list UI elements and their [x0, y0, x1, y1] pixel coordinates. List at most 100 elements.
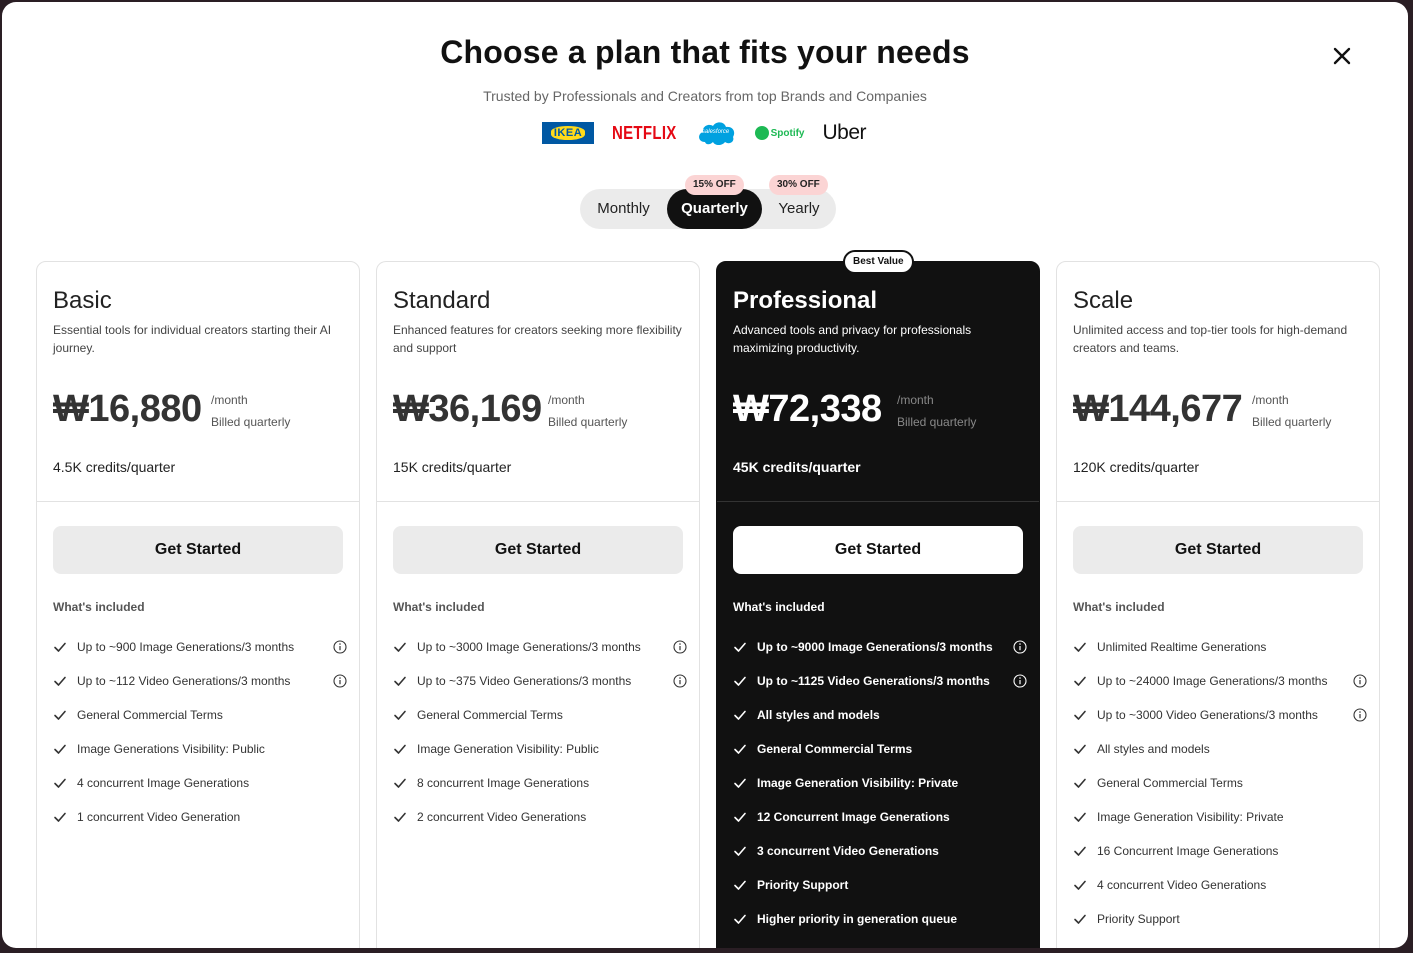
- feature-item: General Commercial Terms: [733, 740, 1027, 758]
- info-icon[interactable]: [1013, 640, 1027, 654]
- billing-note: Billed quarterly: [548, 415, 628, 429]
- brand-logos: IKEA NETFLIX salesforce Spotify Uber: [542, 116, 867, 150]
- plan-description: Advanced tools and privacy for professio…: [733, 323, 972, 355]
- check-icon: [1073, 842, 1089, 860]
- billing-yearly-option[interactable]: Yearly: [762, 189, 836, 229]
- quarterly-discount-badge: 15% OFF: [685, 175, 744, 195]
- netflix-logo: NETFLIX: [612, 122, 677, 144]
- plan-card-professional: Professional Advanced tools and privacy f…: [716, 261, 1040, 948]
- feature-text: Up to ~24000 Image Generations/3 months: [1097, 674, 1328, 688]
- feature-item: 12 Concurrent Image Generations: [733, 808, 1027, 826]
- plan-name: Basic: [53, 287, 112, 314]
- feature-item: Priority Support: [733, 876, 1027, 894]
- plan-description: Enhanced features for creators seeking m…: [393, 323, 682, 355]
- feature-item: General Commercial Terms: [53, 706, 347, 724]
- feature-text: Up to ~112 Video Generations/3 months: [77, 674, 291, 688]
- check-icon: [733, 774, 749, 792]
- feature-list: Unlimited Realtime Generations Up to ~240…: [1073, 638, 1367, 944]
- feature-text: Priority Support: [757, 878, 849, 892]
- divider: [717, 501, 1039, 502]
- plan-credits: 45K credits/quarter: [733, 459, 861, 475]
- feature-item: Up to ~1125 Video Generations/3 months: [733, 672, 1027, 690]
- check-icon: [53, 808, 69, 826]
- billing-period-toggle: Monthly Quarterly Yearly: [580, 189, 836, 229]
- plan-card-basic: Basic Essential tools for individual crea…: [36, 261, 360, 948]
- feature-item: All styles and models: [1073, 740, 1367, 758]
- feature-text: 2 concurrent Video Generations: [417, 810, 587, 824]
- billing-note: Billed quarterly: [211, 415, 291, 429]
- check-icon: [733, 808, 749, 826]
- feature-text: Higher priority in generation queue: [757, 912, 958, 926]
- feature-text: 4 concurrent Video Generations: [1097, 878, 1267, 892]
- info-icon[interactable]: [1013, 674, 1027, 688]
- billing-monthly-option[interactable]: Monthly: [580, 189, 667, 229]
- feature-item: Image Generation Visibility: Private: [733, 774, 1027, 792]
- billing-quarterly-option[interactable]: Quarterly: [667, 189, 762, 229]
- get-started-button[interactable]: Get Started: [393, 526, 683, 574]
- feature-item: Image Generation Visibility: Public: [393, 740, 687, 758]
- check-icon: [733, 842, 749, 860]
- feature-list: Up to ~3000 Image Generations/3 months Up…: [393, 638, 687, 842]
- divider: [1057, 501, 1379, 502]
- plan-card-scale: Scale Unlimited access and top-tier tools…: [1056, 261, 1380, 948]
- check-icon: [733, 740, 749, 758]
- price-period: /month: [897, 393, 934, 407]
- info-icon[interactable]: [1353, 674, 1367, 688]
- feature-item: Higher priority in generation queue: [733, 910, 1027, 928]
- price-period: /month: [211, 393, 248, 407]
- get-started-button[interactable]: Get Started: [733, 526, 1023, 574]
- price-period: /month: [1252, 393, 1289, 407]
- check-icon: [53, 774, 69, 792]
- page-subtitle: Trusted by Professionals and Creators fr…: [483, 88, 927, 104]
- feature-text: General Commercial Terms: [1097, 776, 1243, 790]
- feature-item: 3 concurrent Video Generations: [733, 842, 1027, 860]
- feature-text: Unlimited Realtime Generations: [1097, 640, 1267, 654]
- feature-item: Unlimited Realtime Generations: [1073, 638, 1367, 656]
- feature-text: 4 concurrent Image Generations: [77, 776, 250, 790]
- feature-item: Up to ~3000 Video Generations/3 months: [1073, 706, 1367, 724]
- plan-name: Professional: [733, 287, 878, 314]
- plan-name: Scale: [1073, 287, 1134, 314]
- check-icon: [393, 638, 409, 656]
- feature-text: 3 concurrent Video Generations: [757, 844, 939, 858]
- check-icon: [733, 672, 749, 690]
- feature-text: Image Generations Visibility: Public: [77, 742, 265, 756]
- best-value-badge: Best Value: [843, 250, 914, 274]
- plan-description: Unlimited access and top-tier tools for …: [1073, 323, 1348, 355]
- plan-name: Standard: [393, 287, 491, 314]
- feature-item: General Commercial Terms: [1073, 774, 1367, 792]
- info-icon[interactable]: [1353, 708, 1367, 722]
- salesforce-logo: salesforce: [695, 118, 737, 148]
- feature-item: Up to ~9000 Image Generations/3 months: [733, 638, 1027, 656]
- check-icon: [393, 706, 409, 724]
- divider: [377, 501, 699, 502]
- uber-logo: Uber: [822, 121, 867, 144]
- get-started-button[interactable]: Get Started: [53, 526, 343, 574]
- feature-text: Up to ~900 Image Generations/3 months: [77, 640, 295, 654]
- ikea-logo: IKEA: [542, 122, 594, 144]
- feature-text: 1 concurrent Video Generation: [77, 810, 241, 824]
- info-icon[interactable]: [673, 640, 687, 654]
- plan-price: ₩16,880: [53, 388, 202, 430]
- yearly-discount-badge: 30% OFF: [769, 175, 828, 195]
- feature-item: General Commercial Terms: [393, 706, 687, 724]
- check-icon: [393, 774, 409, 792]
- whats-included-heading: What's included: [393, 600, 485, 614]
- info-icon[interactable]: [333, 640, 347, 654]
- feature-text: General Commercial Terms: [417, 708, 563, 722]
- check-icon: [1073, 638, 1089, 656]
- spotify-logo: Spotify: [754, 126, 805, 140]
- feature-item: 1 concurrent Video Generation: [53, 808, 347, 826]
- info-icon[interactable]: [673, 674, 687, 688]
- feature-item: Image Generation Visibility: Private: [1073, 808, 1367, 826]
- feature-text: Up to ~1125 Video Generations/3 months: [757, 674, 990, 688]
- info-icon[interactable]: [333, 674, 347, 688]
- feature-text: General Commercial Terms: [757, 742, 913, 756]
- get-started-button[interactable]: Get Started: [1073, 526, 1363, 574]
- feature-item: 8 concurrent Image Generations: [393, 774, 687, 792]
- feature-text: Up to ~3000 Video Generations/3 months: [1097, 708, 1318, 722]
- feature-text: 16 Concurrent Image Generations: [1097, 844, 1279, 858]
- check-icon: [53, 706, 69, 724]
- feature-text: All styles and models: [1097, 742, 1210, 756]
- feature-text: 12 Concurrent Image Generations: [757, 810, 950, 824]
